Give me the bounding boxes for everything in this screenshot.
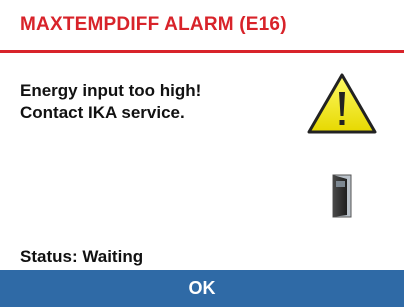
message-line-2: Contact IKA service. — [20, 103, 185, 122]
warning-triangle-icon — [307, 73, 377, 134]
alarm-title: MAXTEMPDIFF ALARM (E16) — [20, 14, 287, 35]
status-text: Status: Waiting — [20, 247, 144, 266]
ok-button-label: OK — [188, 278, 216, 298]
title-divider — [0, 50, 404, 53]
alarm-dialog: MAXTEMPDIFF ALARM (E16) Energy input too… — [0, 0, 404, 307]
device-door-icon — [332, 174, 352, 218]
title-bar: MAXTEMPDIFF ALARM (E16) — [0, 0, 404, 50]
ok-button[interactable]: OK — [0, 270, 404, 307]
alarm-message: Energy input too high! Contact IKA servi… — [20, 80, 201, 124]
message-line-1: Energy input too high! — [20, 81, 202, 100]
